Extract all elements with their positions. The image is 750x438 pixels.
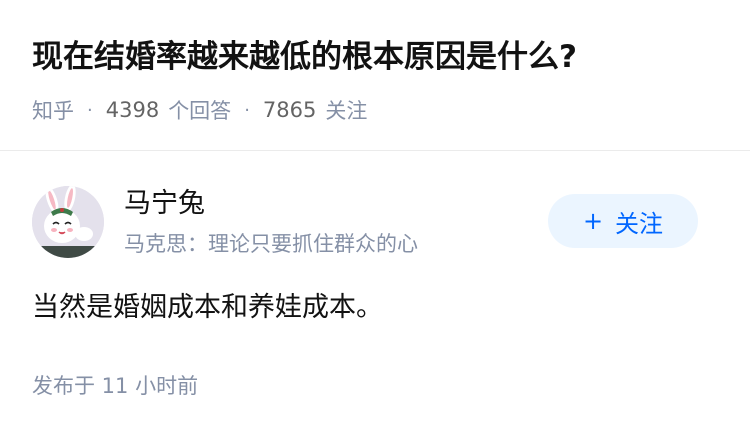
- answers-count: 4398: [105, 98, 160, 122]
- author-bio-container: 马克思：理论只要抓住群众的心: [124, 228, 544, 260]
- rabbit-avatar-icon: [32, 186, 104, 258]
- section-divider: [0, 150, 750, 151]
- meta-separator: ·: [244, 99, 250, 121]
- author-name[interactable]: 马宁兔: [124, 186, 205, 222]
- question-title[interactable]: 现在结婚率越来越低的根本原因是什么?: [32, 32, 577, 82]
- followers-label: 关注: [325, 99, 368, 123]
- publish-time: 发布于 11 小时前: [32, 374, 199, 398]
- answers-label: 个回答: [168, 99, 232, 123]
- plus-icon: +: [582, 207, 604, 235]
- followers-count: 7865: [262, 98, 317, 122]
- question-meta: 知乎 · 4398 个回答 · 7865 关注: [32, 94, 367, 126]
- author-avatar[interactable]: [32, 186, 104, 258]
- bio-fade-overlay: [454, 228, 544, 260]
- follow-button[interactable]: + 关注: [548, 194, 698, 248]
- answer-content[interactable]: 当然是婚姻成本和养娃成本。: [32, 286, 383, 330]
- source-label[interactable]: 知乎: [32, 95, 74, 125]
- follow-button-label: 关注: [615, 209, 664, 238]
- meta-separator: ·: [87, 99, 93, 121]
